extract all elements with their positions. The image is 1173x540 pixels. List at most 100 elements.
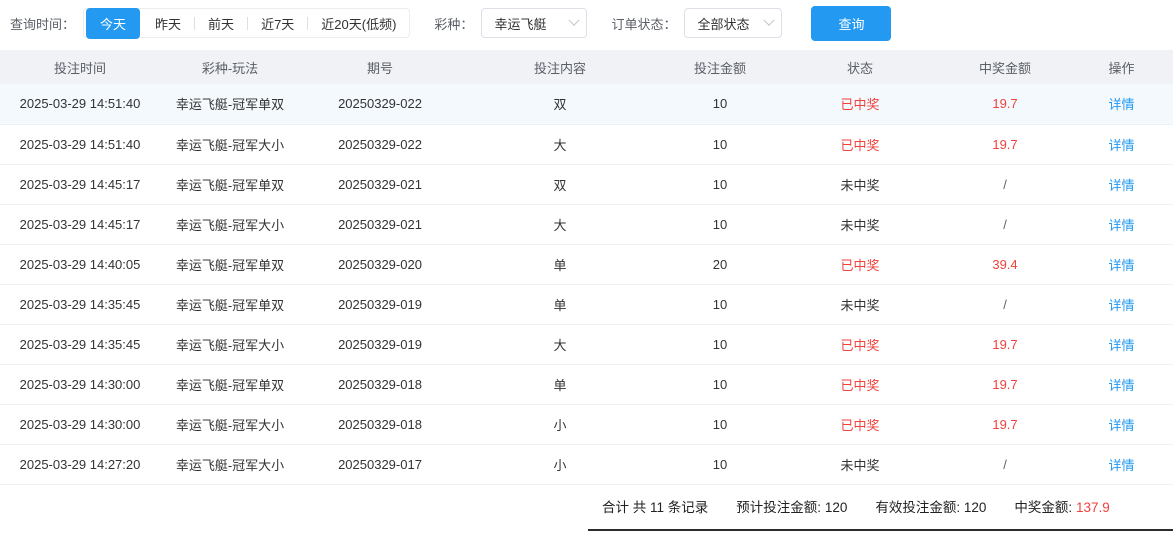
time-range-button-group: 今天 昨天 前天 近7天 近20天(低频)	[83, 7, 411, 39]
cell-bet-amount: 10	[660, 204, 780, 245]
lottery-type-label: 彩种：	[434, 16, 474, 32]
filter-bar: 查询时间： 今天 昨天 前天 近7天 近20天(低频) 彩种： 幸运飞艇 订单状态： 全…	[0, 0, 1173, 46]
cell-prize-amount: /	[940, 164, 1070, 205]
table-body: 2025-03-29 14:51:40 幸运飞艇-冠军单双 20250329-0…	[0, 84, 1173, 485]
cell-status: 未中奖	[780, 284, 940, 325]
cell-lottery-play: 幸运飞艇-冠军单双	[160, 84, 300, 125]
orders-table: 投注时间 彩种-玩法 期号 投注内容 投注金额 状态 中奖金额 操作 2025-…	[0, 50, 1173, 485]
cell-bet-time: 2025-03-29 14:45:17	[0, 164, 160, 205]
col-issue: 期号	[300, 50, 460, 84]
cell-bet-time: 2025-03-29 14:27:20	[0, 444, 160, 485]
col-action: 操作	[1070, 50, 1173, 84]
cell-bet-amount: 10	[660, 404, 780, 445]
detail-link[interactable]: 详情	[1108, 258, 1134, 273]
cell-action: 详情	[1070, 124, 1173, 165]
detail-link[interactable]: 详情	[1108, 418, 1134, 433]
cell-bet-time: 2025-03-29 14:45:17	[0, 204, 160, 245]
cell-status: 未中奖	[780, 204, 940, 245]
cell-status: 已中奖	[780, 404, 940, 445]
cell-issue: 20250329-017	[300, 444, 460, 485]
cell-action: 详情	[1070, 84, 1173, 125]
cell-issue: 20250329-019	[300, 284, 460, 325]
cell-bet-amount: 10	[660, 164, 780, 205]
cell-bet-amount: 10	[660, 84, 780, 125]
query-time-label: 查询时间：	[10, 16, 76, 32]
cell-lottery-play: 幸运飞艇-冠军单双	[160, 244, 300, 285]
chevron-down-icon	[763, 14, 776, 26]
cell-lottery-play: 幸运飞艇-冠军大小	[160, 404, 300, 445]
summary-footer: 合计 共 11 条记录 预计投注金额: 120 有效投注金额: 120 中奖金额…	[588, 485, 1173, 531]
cell-bet-content: 小	[460, 404, 660, 445]
cell-status: 已中奖	[780, 244, 940, 285]
col-lottery-play: 彩种-玩法	[160, 50, 300, 84]
cell-bet-content: 单	[460, 244, 660, 285]
search-button[interactable]: 查询	[811, 5, 892, 41]
cell-lottery-play: 幸运飞艇-冠军单双	[160, 364, 300, 405]
cell-lottery-play: 幸运飞艇-冠军大小	[160, 444, 300, 485]
cell-bet-content: 双	[460, 84, 660, 125]
cell-issue: 20250329-021	[300, 164, 460, 205]
cell-bet-content: 大	[460, 124, 660, 165]
cell-action: 详情	[1070, 444, 1173, 485]
lottery-type-value: 幸运飞艇	[494, 16, 547, 32]
cell-prize-amount: 19.7	[940, 324, 1070, 365]
cell-bet-content: 双	[460, 164, 660, 205]
order-status-value: 全部状态	[697, 16, 750, 32]
cell-bet-amount: 10	[660, 364, 780, 405]
cell-issue: 20250329-022	[300, 124, 460, 165]
cell-bet-time: 2025-03-29 14:51:40	[0, 124, 160, 165]
cell-action: 详情	[1070, 324, 1173, 365]
cell-issue: 20250329-020	[300, 244, 460, 285]
cell-action: 详情	[1070, 364, 1173, 405]
expected-bet-total: 预计投注金额: 120	[736, 499, 848, 515]
order-status-select[interactable]: 全部状态	[684, 8, 783, 38]
cell-bet-time: 2025-03-29 14:40:05	[0, 244, 160, 285]
cell-lottery-play: 幸运飞艇-冠军单双	[160, 164, 300, 205]
lottery-type-select[interactable]: 幸运飞艇	[481, 8, 588, 38]
detail-link[interactable]: 详情	[1108, 138, 1134, 153]
detail-link[interactable]: 详情	[1108, 458, 1134, 473]
chevron-down-icon	[568, 14, 581, 26]
cell-bet-time: 2025-03-29 14:51:40	[0, 84, 160, 125]
time-option-1[interactable]: 昨天	[142, 8, 194, 39]
time-option-0[interactable]: 今天	[86, 7, 141, 39]
prize-total-value: 137.9	[1075, 499, 1110, 515]
cell-bet-time: 2025-03-29 14:35:45	[0, 324, 160, 365]
valid-bet-total: 有效投注金额: 120	[875, 499, 987, 515]
table-row: 2025-03-29 14:30:00 幸运飞艇-冠军大小 20250329-0…	[0, 404, 1173, 445]
detail-link[interactable]: 详情	[1108, 97, 1134, 112]
col-status: 状态	[780, 50, 940, 84]
table-row: 2025-03-29 14:35:45 幸运飞艇-冠军单双 20250329-0…	[0, 284, 1173, 325]
cell-prize-amount: 19.7	[940, 124, 1070, 165]
cell-bet-amount: 10	[660, 444, 780, 485]
detail-link[interactable]: 详情	[1108, 338, 1134, 353]
cell-lottery-play: 幸运飞艇-冠军大小	[160, 324, 300, 365]
cell-issue: 20250329-018	[300, 364, 460, 405]
cell-bet-time: 2025-03-29 14:30:00	[0, 404, 160, 445]
table-row: 2025-03-29 14:35:45 幸运飞艇-冠军大小 20250329-0…	[0, 324, 1173, 365]
cell-action: 详情	[1070, 404, 1173, 445]
col-bet-amount: 投注金额	[660, 50, 780, 84]
cell-bet-content: 大	[460, 204, 660, 245]
cell-bet-content: 单	[460, 364, 660, 405]
detail-link[interactable]: 详情	[1108, 378, 1134, 393]
detail-link[interactable]: 详情	[1108, 218, 1134, 233]
prize-total: 中奖金额: 137.9	[1014, 499, 1110, 515]
time-option-4[interactable]: 近20天(低频)	[308, 8, 409, 39]
footer-wrap: 合计 共 11 条记录 预计投注金额: 120 有效投注金额: 120 中奖金额…	[0, 485, 1173, 531]
detail-link[interactable]: 详情	[1108, 298, 1134, 313]
table-row: 2025-03-29 14:27:20 幸运飞艇-冠军大小 20250329-0…	[0, 444, 1173, 485]
cell-status: 已中奖	[780, 124, 940, 165]
cell-issue: 20250329-018	[300, 404, 460, 445]
table-row: 2025-03-29 14:51:40 幸运飞艇-冠军大小 20250329-0…	[0, 124, 1173, 165]
cell-prize-amount: 19.7	[940, 404, 1070, 445]
col-prize-amount: 中奖金额	[940, 50, 1070, 84]
cell-bet-amount: 20	[660, 244, 780, 285]
cell-bet-content: 小	[460, 444, 660, 485]
detail-link[interactable]: 详情	[1108, 178, 1134, 193]
time-option-2[interactable]: 前天	[195, 8, 247, 39]
time-option-3[interactable]: 近7天	[248, 8, 307, 39]
cell-lottery-play: 幸运飞艇-冠军单双	[160, 284, 300, 325]
total-records: 合计 共 11 条记录	[602, 499, 709, 515]
cell-lottery-play: 幸运飞艇-冠军大小	[160, 124, 300, 165]
